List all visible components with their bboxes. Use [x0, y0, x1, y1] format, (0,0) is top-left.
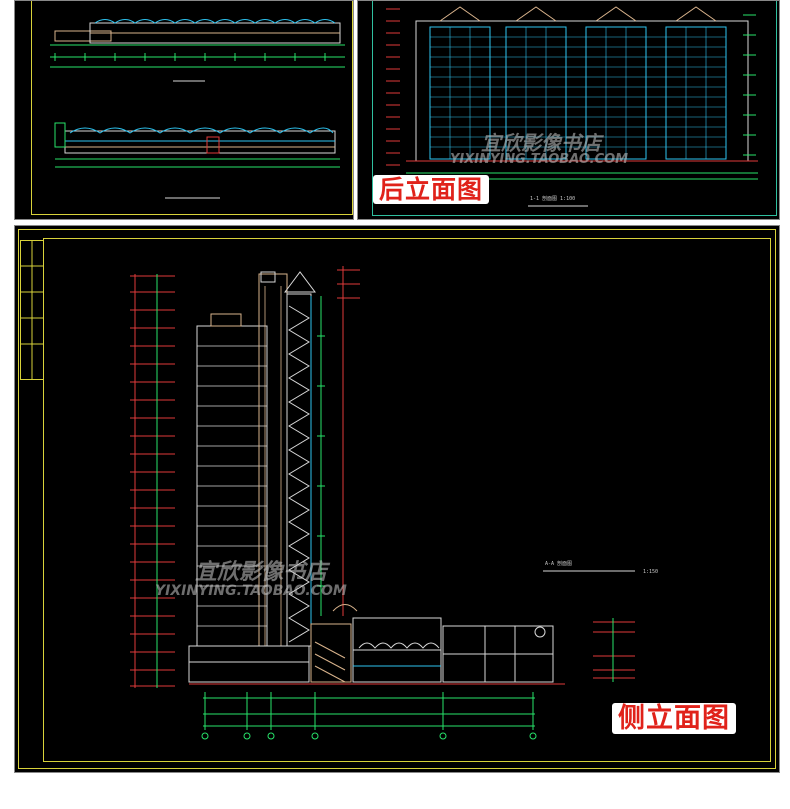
- level-ladder: [130, 274, 175, 688]
- watermark-brand-bottom: 宜欣影像书店: [195, 560, 328, 585]
- side-elevation-label: 侧立面图: [612, 703, 736, 734]
- section-scale: 1:150: [643, 569, 659, 575]
- top-left-drawing-sheet: [14, 0, 354, 220]
- lower-long-elevation: [54, 122, 340, 168]
- bottom-dimension-lines: [203, 692, 535, 730]
- podium-section: [188, 604, 565, 685]
- watermark-url-top: YIXINYING.TAOBAO.COM: [450, 152, 629, 167]
- section-caption: A-A 剖面图: [545, 561, 573, 567]
- title-block-rows: [20, 240, 44, 380]
- axis-bubbles: [201, 732, 537, 740]
- rear-elevation-label: 后立面图: [373, 175, 490, 204]
- right-level-markers: [743, 14, 756, 156]
- watermark-brand-top: 宜欣影像书店: [481, 131, 601, 155]
- rear-caption: 1-1 剖面图 1:100: [530, 196, 576, 202]
- podium-level-markers: [593, 618, 635, 682]
- long-elevations-svg: [50, 19, 345, 199]
- side-section-svg: [20, 240, 635, 740]
- upper-long-elevation: [50, 19, 345, 68]
- left-level-markers: [386, 8, 400, 166]
- bottom-drawing-sheet: A-A 剖面图 1:150 宜欣影像书店 YIXINYING.TAOBAO.CO…: [14, 225, 780, 773]
- watermark-url-bottom: YIXINYING.TAOBAO.COM: [155, 583, 347, 599]
